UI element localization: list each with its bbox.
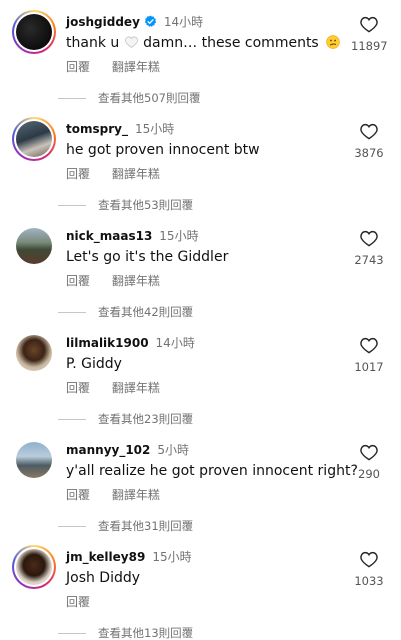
divider [58,97,86,99]
translate-button[interactable]: 翻譯年糕 [112,381,160,395]
like-area: 3876 [351,123,387,160]
translate-button[interactable]: 翻譯年糕 [112,60,160,74]
comment-item: tomspry_ 15小時 he got proven innocent btw… [0,117,401,224]
comment-actions: 回覆 翻譯年糕 [66,486,160,503]
comment-actions: 回覆 [66,593,90,610]
avatar[interactable] [12,10,56,54]
comment-header: jm_kelley89 15小時 [66,548,192,565]
like-count: 1017 [354,360,384,374]
heart-outline-icon[interactable] [360,337,378,354]
comment-actions: 回覆 翻譯年糕 [66,379,160,396]
view-replies-button[interactable]: 查看其他23則回覆 [58,411,193,427]
comment-item: joshgiddey 14小時 thank u damn… these comm… [0,10,401,117]
divider [58,632,86,634]
reply-button[interactable]: 回覆 [66,488,90,502]
white-heart-emoji [124,36,138,48]
divider [58,311,86,313]
view-replies-button[interactable]: 查看其他42則回覆 [58,304,193,320]
confused-face-emoji [326,35,340,49]
view-replies-button[interactable]: 查看其他13則回覆 [58,625,193,640]
heart-outline-icon[interactable] [360,444,378,461]
like-count: 3876 [354,146,384,160]
comment-item: nick_maas13 15小時 Let's go it's the Giddl… [0,224,401,331]
comment-item: mannyy_102 5小時 y'all realize he got prov… [0,438,401,545]
comment-item: lilmalik1900 14小時 P. Giddy 回覆 翻譯年糕 1017 … [0,331,401,438]
reply-button[interactable]: 回覆 [66,60,90,74]
comment-time: 15小時 [159,229,199,243]
comment-header: joshgiddey 14小時 [66,13,203,30]
username[interactable]: jm_kelley89 [66,550,145,564]
comment-item: jm_kelley89 15小時 Josh Diddy 回覆 1033 查看其他… [0,545,401,640]
comment-list: joshgiddey 14小時 thank u damn… these comm… [0,0,401,640]
comment-header: lilmalik1900 14小時 [66,334,195,351]
like-count: 290 [358,467,380,481]
heart-outline-icon[interactable] [360,16,378,33]
username[interactable]: joshgiddey [66,15,140,29]
avatar[interactable] [12,331,56,375]
username[interactable]: nick_maas13 [66,229,152,243]
like-area: 2743 [351,230,387,267]
comment-time: 14小時 [163,15,204,29]
translate-button[interactable]: 翻譯年糕 [112,488,160,502]
comment-header: tomspry_ 15小時 [66,120,174,137]
view-replies-label: 查看其他23則回覆 [98,412,194,426]
comment-actions: 回覆 翻譯年糕 [66,272,160,289]
comment-text: P. Giddy [66,356,122,372]
heart-outline-icon[interactable] [360,551,378,568]
comment-text: Let's go it's the Giddler [66,249,229,265]
comment-text: y'all realize he got proven innocent rig… [66,463,358,479]
like-area: 1017 [351,337,387,374]
view-replies-button[interactable]: 查看其他53則回覆 [58,197,193,213]
reply-button[interactable]: 回覆 [66,595,90,609]
reply-button[interactable]: 回覆 [66,167,90,181]
heart-outline-icon[interactable] [360,230,378,247]
comment-actions: 回覆 翻譯年糕 [66,165,160,182]
divider [58,418,86,420]
translate-button[interactable]: 翻譯年糕 [112,274,160,288]
comment-header: nick_maas13 15小時 [66,227,199,244]
view-replies-button[interactable]: 查看其他31則回覆 [58,518,193,534]
translate-button[interactable]: 翻譯年糕 [112,167,160,181]
like-count: 1033 [354,574,384,588]
verified-badge-icon [144,15,157,27]
avatar[interactable] [12,438,56,482]
view-replies-label: 查看其他507則回覆 [98,91,201,105]
comment-text: thank u damn… these comments [66,35,340,51]
avatar[interactable] [12,224,56,268]
divider [58,204,86,206]
view-replies-button[interactable]: 查看其他507則回覆 [58,90,200,106]
view-replies-label: 查看其他31則回覆 [98,519,194,533]
divider [58,525,86,527]
comment-time: 15小時 [134,122,175,136]
comment-text: Josh Diddy [66,570,141,586]
heart-outline-icon[interactable] [360,123,378,140]
like-area: 11897 [351,16,388,53]
username[interactable]: lilmalik1900 [66,336,149,350]
username[interactable]: mannyy_102 [66,443,150,457]
like-area: 1033 [351,551,387,588]
comment-time: 15小時 [152,550,192,564]
reply-button[interactable]: 回覆 [66,274,90,288]
like-area: 290 [351,444,387,481]
like-count: 11897 [351,39,388,53]
avatar[interactable] [12,545,56,589]
like-count: 2743 [354,253,384,267]
comment-text: he got proven innocent btw [66,142,260,158]
comment-time: 5小時 [157,443,190,457]
avatar[interactable] [12,117,56,161]
reply-button[interactable]: 回覆 [66,381,90,395]
comment-actions: 回覆 翻譯年糕 [66,58,160,75]
comment-header: mannyy_102 5小時 [66,441,189,458]
view-replies-label: 查看其他53則回覆 [98,198,194,212]
comment-time: 14小時 [155,336,195,350]
username[interactable]: tomspry_ [66,122,128,136]
view-replies-label: 查看其他42則回覆 [98,305,194,319]
view-replies-label: 查看其他13則回覆 [98,626,194,640]
